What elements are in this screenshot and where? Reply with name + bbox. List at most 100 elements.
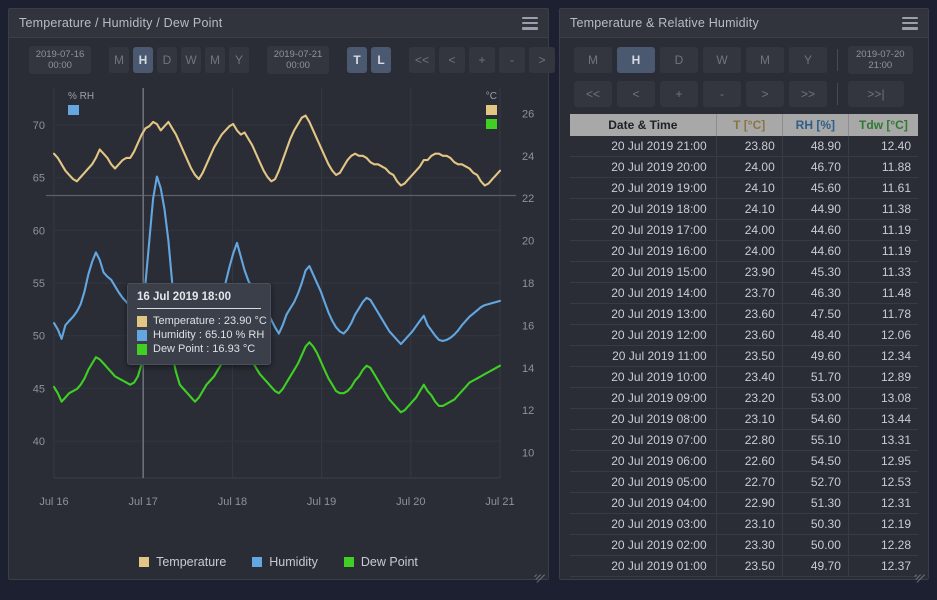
range-button-year[interactable]: Y <box>229 47 249 73</box>
start-date-button[interactable]: 2019-07-16 00:00 <box>29 46 91 74</box>
svg-text:18: 18 <box>522 278 534 290</box>
cell-datetime: 20 Jul 2019 04:00 <box>570 493 716 514</box>
end-date-button[interactable]: 2019-07-21 00:00 <box>267 46 329 74</box>
table-toolbar-row2: << < + - > >> >>| <box>560 76 928 114</box>
table-body: 20 Jul 2019 21:0023.8048.9012.4020 Jul 2… <box>570 136 918 577</box>
cell-datetime: 20 Jul 2019 18:00 <box>570 199 716 220</box>
svg-text:Jul 19: Jul 19 <box>307 496 336 508</box>
hamburger-icon[interactable] <box>902 17 918 30</box>
legend-item-temperature[interactable]: Temperature <box>139 555 226 569</box>
table-row[interactable]: 20 Jul 2019 20:0024.0046.7011.88 <box>570 157 918 178</box>
current-date-button[interactable]: 2019-07-20 21:00 <box>848 46 913 74</box>
cell-datetime: 20 Jul 2019 13:00 <box>570 304 716 325</box>
cell-rh: 48.90 <box>782 136 848 157</box>
start-time-value: 00:00 <box>48 60 72 71</box>
table-row[interactable]: 20 Jul 2019 06:0022.6054.5012.95 <box>570 451 918 472</box>
nav-button-prev[interactable]: < <box>439 47 465 73</box>
cell-datetime: 20 Jul 2019 12:00 <box>570 325 716 346</box>
end-date-value: 2019-07-21 <box>274 49 323 60</box>
hamburger-icon[interactable] <box>522 17 538 30</box>
range-button-year[interactable]: Y <box>789 47 827 73</box>
nav-button-forward[interactable]: >> <box>789 81 827 107</box>
chart-panel-title: Temperature / Humidity / Dew Point <box>19 16 522 30</box>
cell-tdw: 12.40 <box>848 136 918 157</box>
table-row[interactable]: 20 Jul 2019 18:0024.1044.9011.38 <box>570 199 918 220</box>
range-button-minute[interactable]: M <box>109 47 129 73</box>
nav-button-zoom-out[interactable]: - <box>703 81 741 107</box>
table-row[interactable]: 20 Jul 2019 19:0024.1045.6011.61 <box>570 178 918 199</box>
cell-rh: 48.40 <box>782 325 848 346</box>
table-panel: Temperature & Relative Humidity M H D W … <box>559 8 929 580</box>
nav-button-zoom-out[interactable]: - <box>499 47 525 73</box>
range-button-minute[interactable]: M <box>574 47 612 73</box>
table-row[interactable]: 20 Jul 2019 08:0023.1054.6013.44 <box>570 409 918 430</box>
range-button-week[interactable]: W <box>703 47 741 73</box>
nav-button-zoom-in[interactable]: + <box>469 47 495 73</box>
nav-button-prev[interactable]: < <box>617 81 655 107</box>
range-button-hour[interactable]: H <box>617 47 655 73</box>
legend-item-dewpoint[interactable]: Dew Point <box>344 555 418 569</box>
panel-resize-handle[interactable] <box>533 564 545 576</box>
nav-button-next[interactable]: > <box>529 47 555 73</box>
dewpoint-legend-swatch-icon <box>344 557 354 567</box>
cell-t: 23.90 <box>716 262 782 283</box>
table-row[interactable]: 20 Jul 2019 13:0023.6047.5011.78 <box>570 304 918 325</box>
cell-rh: 50.30 <box>782 514 848 535</box>
table-row[interactable]: 20 Jul 2019 16:0024.0044.6011.19 <box>570 241 918 262</box>
column-header-temperature[interactable]: T [°C] <box>716 114 782 136</box>
nav-button-zoom-in[interactable]: + <box>660 81 698 107</box>
cell-t: 23.30 <box>716 535 782 556</box>
cell-datetime: 20 Jul 2019 17:00 <box>570 220 716 241</box>
range-button-month[interactable]: M <box>746 47 784 73</box>
cell-t: 22.60 <box>716 451 782 472</box>
timeseries-chart[interactable]: 70656055504540262422201816141210Jul 16Ju… <box>9 80 548 520</box>
column-header-humidity[interactable]: RH [%] <box>782 114 848 136</box>
dashboard-root: Temperature / Humidity / Dew Point 2019-… <box>0 0 937 600</box>
column-header-dewpoint[interactable]: Tdw [°C] <box>848 114 918 136</box>
table-row[interactable]: 20 Jul 2019 02:0023.3050.0012.28 <box>570 535 918 556</box>
mode-button-legend[interactable]: L <box>371 47 391 73</box>
table-row[interactable]: 20 Jul 2019 11:0023.5049.6012.34 <box>570 346 918 367</box>
table-row[interactable]: 20 Jul 2019 12:0023.6048.4012.06 <box>570 325 918 346</box>
chart-panel-header: Temperature / Humidity / Dew Point <box>9 9 548 38</box>
nav-button-last[interactable]: >>| <box>848 81 904 107</box>
cell-t: 24.00 <box>716 157 782 178</box>
table-row[interactable]: 20 Jul 2019 17:0024.0044.6011.19 <box>570 220 918 241</box>
table-row[interactable]: 20 Jul 2019 14:0023.7046.3011.48 <box>570 283 918 304</box>
range-button-hour[interactable]: H <box>133 47 153 73</box>
cell-t: 22.70 <box>716 472 782 493</box>
table-row[interactable]: 20 Jul 2019 05:0022.7052.7012.53 <box>570 472 918 493</box>
table-row[interactable]: 20 Jul 2019 01:0023.5049.7012.37 <box>570 556 918 577</box>
tooltip-divider <box>137 308 261 309</box>
legend-item-humidity[interactable]: Humidity <box>252 555 318 569</box>
table-row[interactable]: 20 Jul 2019 15:0023.9045.3011.33 <box>570 262 918 283</box>
cell-rh: 51.30 <box>782 493 848 514</box>
cell-rh: 54.60 <box>782 409 848 430</box>
nav-button-first[interactable]: << <box>574 81 612 107</box>
cell-rh: 46.30 <box>782 283 848 304</box>
table-row[interactable]: 20 Jul 2019 09:0023.2053.0013.08 <box>570 388 918 409</box>
nav-button-first[interactable]: << <box>409 47 435 73</box>
range-button-week[interactable]: W <box>181 47 201 73</box>
humidity-swatch-icon <box>137 330 147 341</box>
panel-resize-handle[interactable] <box>913 564 925 576</box>
table-row[interactable]: 20 Jul 2019 10:0023.4051.7012.89 <box>570 367 918 388</box>
range-button-day[interactable]: D <box>157 47 177 73</box>
table-row[interactable]: 20 Jul 2019 21:0023.8048.9012.40 <box>570 136 918 157</box>
table-row[interactable]: 20 Jul 2019 03:0023.1050.3012.19 <box>570 514 918 535</box>
table-row[interactable]: 20 Jul 2019 04:0022.9051.3012.31 <box>570 493 918 514</box>
cell-tdw: 12.28 <box>848 535 918 556</box>
mode-button-tooltip[interactable]: T <box>347 47 367 73</box>
table-row[interactable]: 20 Jul 2019 07:0022.8055.1013.31 <box>570 430 918 451</box>
table-scroll-container[interactable]: Date & Time T [°C] RH [%] Tdw [°C] 20 Ju… <box>560 114 928 579</box>
chart-area[interactable]: 70656055504540262422201816141210Jul 16Ju… <box>9 80 548 549</box>
current-time-value: 21:00 <box>868 60 892 71</box>
nav-button-next[interactable]: > <box>746 81 784 107</box>
tooltip-title: 16 Jul 2019 18:00 <box>137 291 261 308</box>
range-button-month[interactable]: M <box>205 47 225 73</box>
column-header-datetime[interactable]: Date & Time <box>570 114 716 136</box>
range-button-day[interactable]: D <box>660 47 698 73</box>
tooltip-dewpoint-text: Dew Point : 16.93 °C <box>153 343 255 355</box>
cell-rh: 51.70 <box>782 367 848 388</box>
cell-t: 24.00 <box>716 220 782 241</box>
